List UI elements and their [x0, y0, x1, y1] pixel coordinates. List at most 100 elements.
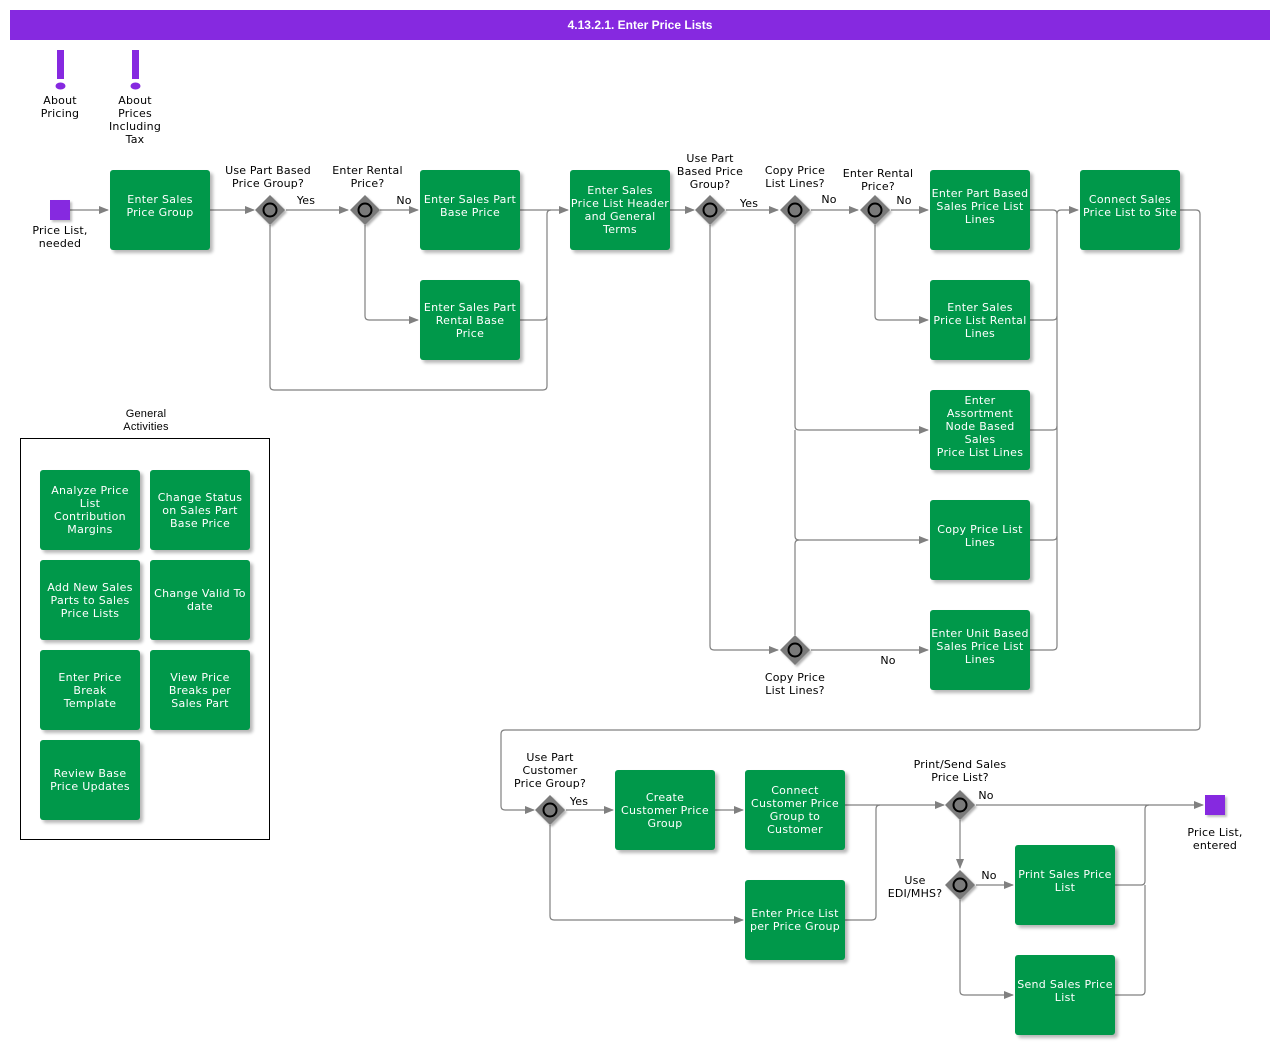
gateway-g4[interactable]	[780, 195, 810, 225]
exclamation-icon	[55, 50, 66, 90]
general-activity-item[interactable]: Analyze Price List Contribution Margins	[40, 470, 140, 550]
flow-label-g6-no: No	[880, 654, 896, 667]
general-activities-title: General Activities	[123, 408, 169, 433]
gateway-g1[interactable]	[255, 195, 285, 225]
end-event[interactable]	[1205, 795, 1225, 815]
task-enter-sales-part-rental-base-price[interactable]: Enter Sales Part Rental Base Price	[420, 280, 520, 360]
flow-per-group-out	[845, 804, 881, 921]
flow-rental-base-out	[520, 315, 548, 321]
task-label: Enter Unit Based Sales Price List Lines	[931, 626, 1029, 666]
gateway-g6[interactable]	[780, 635, 810, 665]
flow-g3-no	[709, 225, 779, 654]
task-copy-price-list-lines[interactable]: Copy Price List Lines	[930, 500, 1030, 580]
general-activity-item[interactable]: Review Base Price Updates	[40, 740, 140, 820]
task-label: View Price Breaks per Sales Part	[168, 670, 232, 710]
flow-label-g1-yes: Yes	[296, 194, 316, 207]
start-event-label: Price List, needed	[32, 224, 88, 250]
about-pricing-note-icon[interactable]	[52, 50, 68, 94]
flow-label-g9-no: No	[981, 869, 997, 882]
flow-send-out	[1115, 885, 1146, 996]
task-label: Add New Sales Parts to Sales Price Lists	[47, 580, 133, 620]
gateway-g5[interactable]	[860, 195, 890, 225]
flow-label-g8-no: No	[978, 789, 994, 802]
task-label: Create Customer Price Group	[621, 790, 709, 830]
gateway-g3[interactable]	[695, 195, 725, 225]
task-label: Enter Price List per Price Group	[749, 907, 841, 933]
flow-print-out	[1115, 804, 1150, 886]
task-enter-rental-lines[interactable]: Enter Sales Price List Rental Lines	[930, 280, 1030, 360]
exclusive-gateway-icon	[695, 195, 725, 225]
task-connect-price-list-to-site[interactable]: Connect Sales Price List to Site	[1080, 170, 1180, 250]
exclamation-icon	[130, 50, 141, 90]
gateway-g1-label: Use Part Based Price Group?	[225, 164, 311, 190]
gateway-g8[interactable]	[945, 790, 975, 820]
flow-label-g3-yes: Yes	[739, 197, 759, 210]
task-send-sales-price-list[interactable]: Send Sales Price List	[1015, 955, 1115, 1035]
exclusive-gateway-icon	[255, 195, 285, 225]
flow-label-g5-no: No	[896, 194, 912, 207]
task-label: Enter Sales Part Rental Base Price	[423, 300, 517, 340]
task-label: Enter Sales Price List Rental Lines	[933, 300, 1027, 340]
about-pricing-label: About Pricing	[40, 94, 80, 120]
task-label: Connect Customer Price Group to Customer	[751, 784, 839, 836]
gateway-g9-label: Use EDI/MHS?	[887, 874, 943, 900]
exclusive-gateway-icon	[780, 195, 810, 225]
flow-g9-yes	[959, 900, 1014, 999]
general-activity-item[interactable]: Change Valid To date	[150, 560, 250, 640]
flow-g5-rental	[874, 225, 929, 324]
flow-g6-yes	[794, 539, 800, 635]
task-enter-unit-based-lines[interactable]: Enter Unit Based Sales Price List Lines	[930, 610, 1030, 690]
gateway-g6-label: Copy Price List Lines?	[764, 671, 826, 697]
exclusive-gateway-icon	[535, 795, 565, 825]
task-label: Enter Sales Price Group	[126, 193, 194, 219]
task-print-sales-price-list[interactable]: Print Sales Price List	[1015, 845, 1115, 925]
flow-site-to-g7	[500, 209, 1201, 814]
task-label: Change Valid To date	[154, 587, 246, 613]
task-connect-customer-price-group[interactable]: Connect Customer Price Group to Customer	[745, 770, 845, 850]
gateway-g2[interactable]	[350, 195, 380, 225]
task-label: Print Sales Price List	[1018, 868, 1112, 894]
gateway-g4-label: Copy Price List Lines?	[764, 164, 826, 190]
about-prices-tax-note-icon[interactable]	[127, 50, 143, 94]
exclusive-gateway-icon	[860, 195, 890, 225]
end-event-label: Price List, entered	[1187, 826, 1243, 852]
gateway-g7[interactable]	[535, 795, 565, 825]
task-label: Send Sales Price List	[1017, 978, 1113, 1004]
task-label: Analyze Price List Contribution Margins	[51, 484, 129, 536]
gateway-g8-label: Print/Send Sales Price List?	[913, 758, 1007, 784]
flow-label-g4-no: No	[821, 193, 837, 206]
exclusive-gateway-icon	[780, 635, 810, 665]
task-label: Change Status on Sales Part Base Price	[157, 490, 243, 530]
exclusive-gateway-icon	[945, 790, 975, 820]
task-label: Enter Price Break Template	[58, 670, 122, 710]
flow-label-g7-yes: Yes	[569, 795, 589, 808]
task-enter-part-based-lines[interactable]: Enter Part Based Sales Price List Lines	[930, 170, 1030, 250]
general-activity-item[interactable]: Change Status on Sales Part Base Price	[150, 470, 250, 550]
task-label: Review Base Price Updates	[50, 767, 130, 793]
exclusive-gateway-icon	[350, 195, 380, 225]
task-label: Connect Sales Price List to Site	[1082, 193, 1178, 219]
task-enter-price-list-per-group[interactable]: Enter Price List per Price Group	[745, 880, 845, 960]
gateway-g2-label: Enter Rental Price?	[332, 164, 403, 190]
task-label: Enter Sales Price List Header and Genera…	[570, 184, 670, 236]
flow-g4-yes	[794, 225, 929, 434]
gateway-g5-label: Enter Rental Price?	[842, 167, 914, 193]
task-create-customer-price-group[interactable]: Create Customer Price Group	[615, 770, 715, 850]
about-prices-tax-label: About Prices Including Tax	[108, 94, 162, 146]
flow-g2-rental	[364, 225, 419, 324]
task-enter-sales-part-base-price[interactable]: Enter Sales Part Base Price	[420, 170, 520, 250]
task-enter-sales-price-group[interactable]: Enter Sales Price Group	[110, 170, 210, 250]
task-enter-assortment-lines[interactable]: Enter Assortment Node Based Sales Price …	[930, 390, 1030, 470]
task-enter-price-list-header[interactable]: Enter Sales Price List Header and Genera…	[570, 170, 670, 250]
flow-label-g2-no: No	[396, 194, 412, 207]
gateway-g3-label: Use Part Based Price Group?	[676, 152, 744, 191]
general-activity-item[interactable]: Enter Price Break Template	[40, 650, 140, 730]
task-label: Enter Part Based Sales Price List Lines	[931, 186, 1029, 226]
general-activity-item[interactable]: Add New Sales Parts to Sales Price Lists	[40, 560, 140, 640]
gateway-g7-label: Use Part Customer Price Group?	[513, 751, 587, 790]
start-event[interactable]	[50, 200, 70, 220]
task-label: Enter Assortment Node Based Sales Price …	[936, 393, 1024, 459]
general-activity-item[interactable]: View Price Breaks per Sales Part	[150, 650, 250, 730]
task-label: Enter Sales Part Base Price	[423, 193, 517, 219]
flow-g4-copy	[794, 430, 929, 544]
